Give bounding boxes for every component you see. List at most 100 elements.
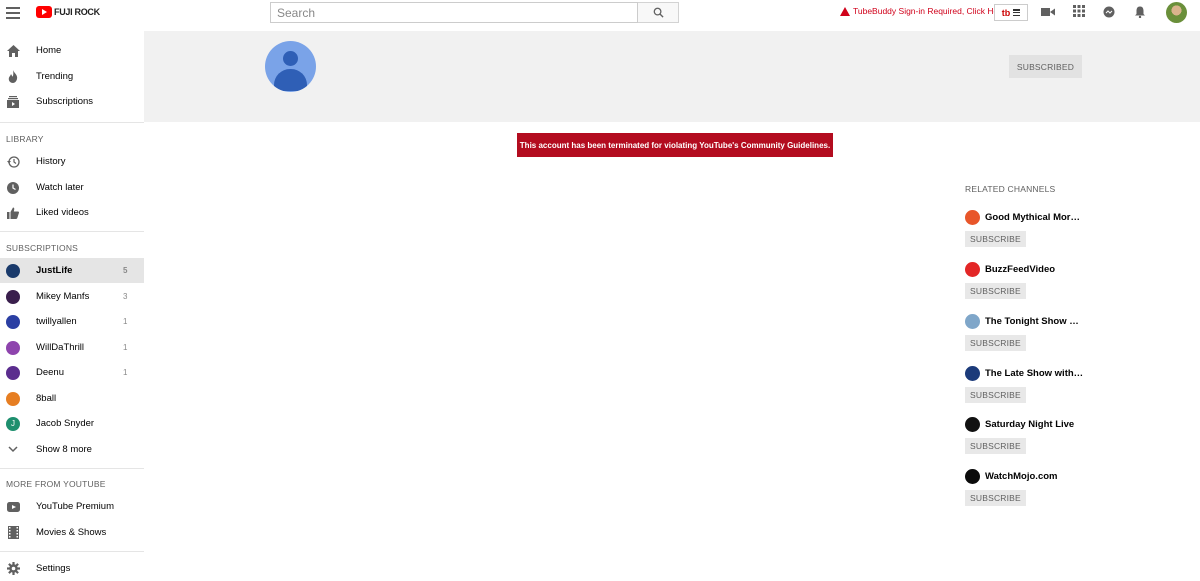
tubebuddy-button[interactable]: tb [994, 4, 1028, 21]
subscribe-button[interactable]: SUBSCRIBE [965, 438, 1026, 454]
sidebar-subscription-deenu[interactable]: Deenu 1 [0, 360, 144, 385]
tubebuddy-warning[interactable]: TubeBuddy Sign-in Required, Click Here [840, 6, 1006, 16]
subscriptions-heading: SUBSCRIPTIONS [6, 243, 79, 253]
home-icon [6, 44, 20, 58]
new-video-count: 3 [123, 292, 128, 301]
channel-avatar [6, 391, 20, 406]
search-button[interactable] [638, 2, 679, 23]
create-video-icon[interactable] [1041, 6, 1055, 18]
search-icon [653, 7, 664, 18]
sidebar-item-label: Movies & Shows [36, 527, 107, 538]
sidebar-subscription-mikey-manfs[interactable]: Mikey Manfs 3 [0, 284, 144, 309]
subscription-label: Jacob Snyder [36, 418, 95, 429]
related-channels-heading: RELATED CHANNELS [965, 184, 1056, 194]
subscriptions-icon [6, 95, 20, 109]
subscription-label: Mikey Manfs [36, 291, 90, 302]
tubebuddy-warning-text: TubeBuddy Sign-in Required, Click Here [853, 6, 1006, 16]
subscribe-button[interactable]: SUBSCRIBE [965, 283, 1026, 299]
subscribe-button[interactable]: SUBSCRIBE [965, 231, 1026, 247]
sidebar-item-movies-shows[interactable]: Movies & Shows [0, 520, 144, 545]
channel-avatar[interactable] [965, 313, 980, 329]
sidebar-subscription-willdathrill[interactable]: WillDaThrill 1 [0, 335, 144, 360]
related-channel-item: The Tonight Show Starring Jimmy Fallon S… [965, 313, 1095, 351]
related-channel-name[interactable]: BuzzFeedVideo [985, 264, 1085, 275]
channel-avatar[interactable] [965, 416, 980, 432]
related-channel-name[interactable]: Good Mythical Morning [985, 212, 1085, 223]
more-from-youtube-heading: MORE FROM YOUTUBE [6, 479, 106, 489]
channel-avatar-default [265, 41, 316, 92]
sidebar-item-label: Subscriptions [36, 96, 94, 107]
messages-icon[interactable] [1102, 6, 1116, 18]
related-channel-item: WatchMojo.com SUBSCRIBE [965, 468, 1095, 506]
subscribe-button[interactable]: SUBSCRIBE [965, 387, 1026, 403]
youtube-icon [6, 500, 20, 514]
sidebar-item-youtube-premium[interactable]: YouTube Premium [0, 494, 144, 519]
related-channel-item: Good Mythical Morning SUBSCRIBE [965, 209, 1095, 247]
channel-avatar[interactable] [965, 365, 980, 381]
subscription-label: twillyallen [36, 316, 77, 327]
sidebar-divider [0, 468, 144, 469]
subscribe-button[interactable]: SUBSCRIBE [965, 335, 1026, 351]
related-channel-name[interactable]: The Tonight Show Starring Jimmy Fallon [985, 316, 1085, 327]
show-more-label: Show 8 more [36, 444, 92, 455]
tubebuddy-menu-icon [1013, 9, 1021, 16]
channel-avatar: J [6, 416, 20, 431]
sidebar-item-label: YouTube Premium [36, 501, 114, 512]
sidebar-divider [0, 122, 144, 123]
new-video-count: 5 [123, 266, 128, 275]
account-terminated-banner: This account has been terminated for vio… [517, 133, 833, 157]
sidebar-item-label: Settings [36, 563, 71, 574]
sidebar-subscription-justlife[interactable]: JustLife 5 [0, 258, 144, 283]
youtube-play-icon [36, 6, 52, 18]
related-channel-name[interactable]: The Late Show with Stephen Colbert [985, 368, 1085, 379]
sidebar: Home Trending Subscriptions LIBRARY Hist… [0, 31, 144, 581]
channel-avatar[interactable] [965, 261, 980, 277]
sidebar-item-label: Home [36, 45, 62, 56]
channel-avatar [6, 314, 20, 329]
subscription-label: Deenu [36, 367, 64, 378]
subscribed-button[interactable]: SUBSCRIBED [1009, 55, 1082, 78]
clock-icon [6, 181, 20, 195]
sidebar-item-settings[interactable]: Settings [0, 556, 144, 581]
gear-icon [6, 562, 20, 576]
sidebar-item-trending[interactable]: Trending [0, 64, 144, 89]
new-video-count: 1 [123, 368, 128, 377]
channel-avatar[interactable] [965, 468, 980, 484]
sidebar-subscription-twillyallen[interactable]: twillyallen 1 [0, 309, 144, 334]
apps-grid-icon[interactable] [1072, 5, 1086, 17]
sidebar-divider [0, 231, 144, 232]
sidebar-item-label: Liked videos [36, 207, 89, 218]
sidebar-item-watch-later[interactable]: Watch later [0, 175, 144, 200]
notifications-bell-icon[interactable] [1133, 6, 1147, 18]
film-icon [6, 526, 20, 540]
sidebar-item-label: History [36, 156, 66, 167]
related-channel-item: Saturday Night Live SUBSCRIBE [965, 416, 1095, 454]
thumbs-up-icon [6, 206, 20, 220]
new-video-count: 1 [123, 317, 128, 326]
related-channel-name[interactable]: Saturday Night Live [985, 419, 1085, 430]
sidebar-subscription-8ball[interactable]: 8ball [0, 386, 144, 411]
account-avatar[interactable] [1166, 2, 1187, 23]
subscribe-button[interactable]: SUBSCRIBE [965, 490, 1026, 506]
channel-avatar [6, 340, 20, 355]
subscription-label: WillDaThrill [36, 342, 85, 353]
menu-icon[interactable] [6, 7, 20, 19]
channel-avatar [6, 263, 20, 278]
sidebar-item-home[interactable]: Home [0, 38, 144, 63]
sidebar-item-liked-videos[interactable]: Liked videos [0, 200, 144, 225]
search-input[interactable]: Search [270, 2, 638, 23]
related-channel-name[interactable]: WatchMojo.com [985, 471, 1085, 482]
channel-avatar [6, 289, 20, 304]
channel-avatar[interactable] [965, 209, 980, 225]
related-channel-item: The Late Show with Stephen Colbert SUBSC… [965, 365, 1095, 403]
subscription-label: JustLife [36, 265, 73, 276]
tubebuddy-badge: tb [1001, 7, 1011, 18]
sidebar-divider [0, 551, 144, 552]
sidebar-item-label: Watch later [36, 182, 84, 193]
show-more-button[interactable]: Show 8 more [0, 437, 144, 462]
subscription-label: 8ball [36, 393, 57, 404]
sidebar-item-history[interactable]: History [0, 149, 144, 174]
sidebar-subscription-jacob-snyder[interactable]: J Jacob Snyder [0, 411, 144, 436]
youtube-logo[interactable]: FUJI ROCK [36, 6, 100, 18]
sidebar-item-subscriptions[interactable]: Subscriptions [0, 89, 144, 114]
